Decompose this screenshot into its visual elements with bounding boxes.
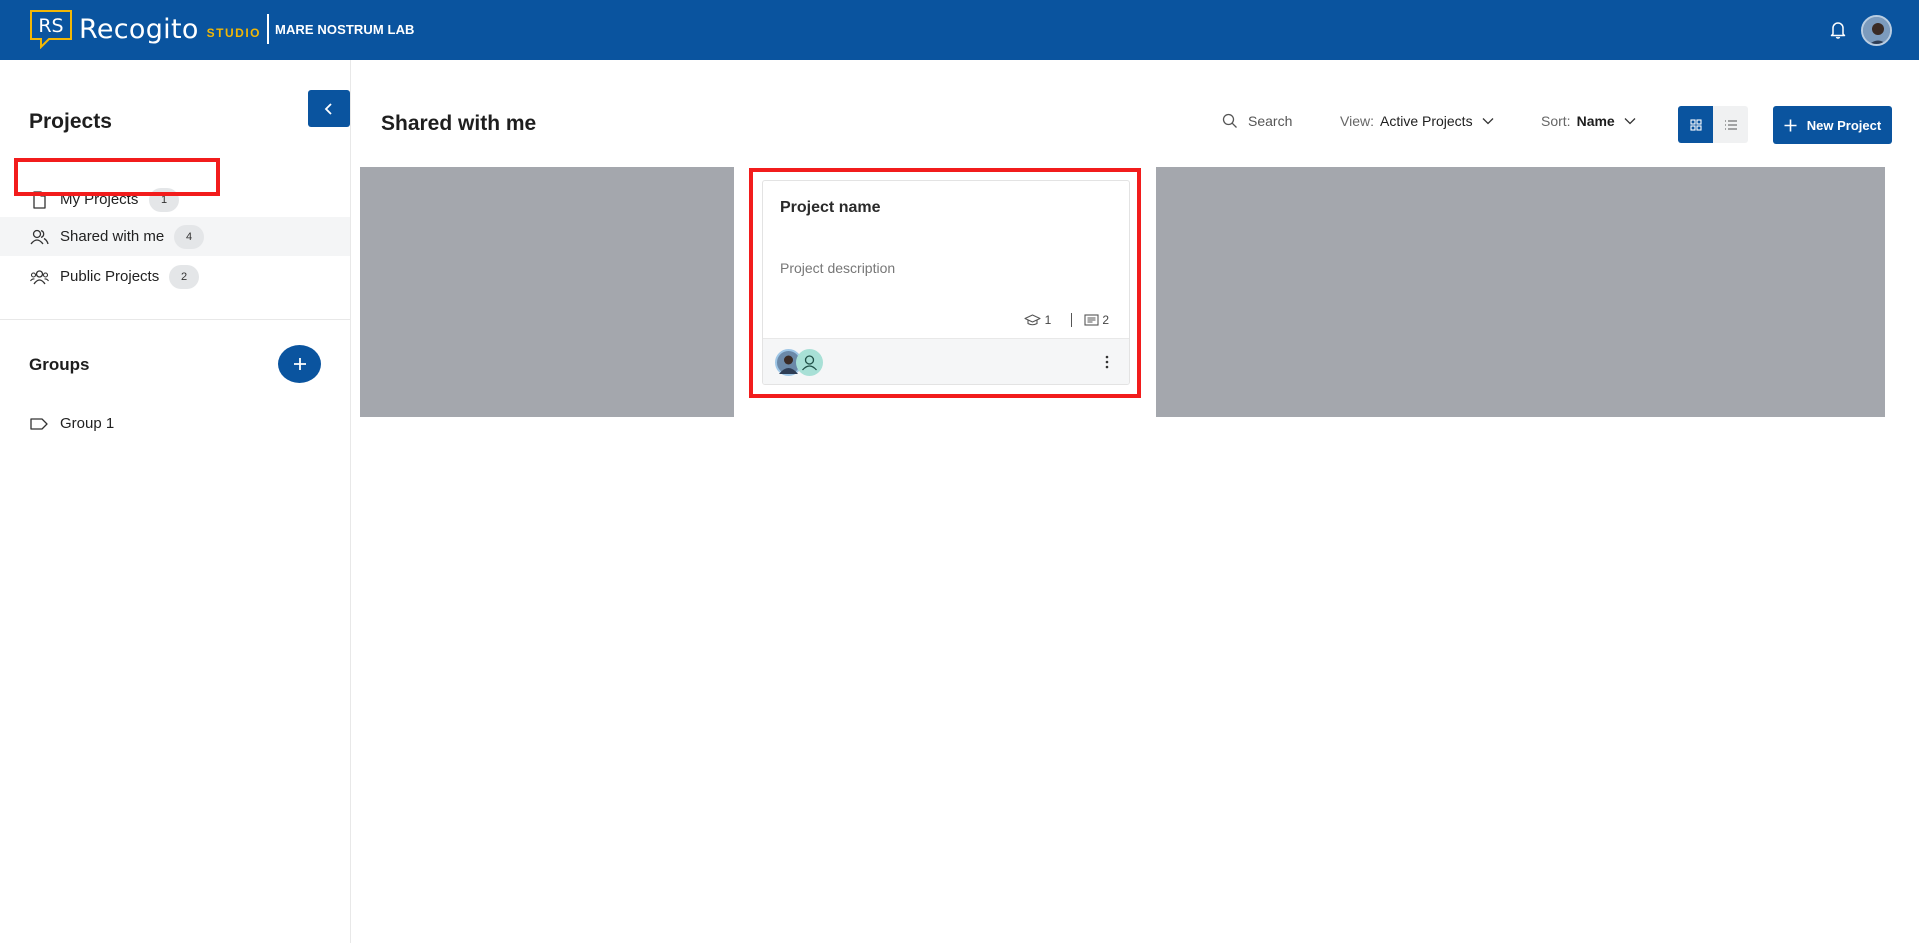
users-icon bbox=[30, 229, 49, 245]
search-label: Search bbox=[1248, 113, 1293, 129]
count-badge: 4 bbox=[174, 224, 204, 249]
sidebar-item-group-1[interactable]: Group 1 bbox=[0, 404, 350, 443]
app-name: Recogito bbox=[79, 13, 199, 45]
new-project-label: New Project bbox=[1806, 117, 1882, 133]
search-button[interactable]: Search bbox=[1222, 113, 1292, 129]
sidebar-item-label: Group 1 bbox=[60, 415, 115, 432]
groups-title: Groups bbox=[29, 355, 90, 374]
sidebar-divider bbox=[0, 319, 350, 320]
page-title: Shared with me bbox=[381, 112, 537, 135]
bell-icon[interactable] bbox=[1829, 20, 1847, 40]
svg-text:RS: RS bbox=[38, 15, 63, 37]
sort-label: Sort: bbox=[1541, 113, 1571, 129]
chevron-down-icon bbox=[1482, 118, 1494, 125]
count-badge: 2 bbox=[169, 264, 199, 289]
sidebar-title: Projects bbox=[29, 110, 112, 133]
view-dropdown[interactable]: View: Active Projects bbox=[1340, 113, 1494, 129]
plus-icon bbox=[293, 358, 306, 370]
sort-dropdown[interactable]: Sort: Name bbox=[1541, 113, 1636, 129]
group-icon bbox=[30, 270, 49, 285]
layout-toggle bbox=[1678, 106, 1748, 143]
chevron-left-icon bbox=[324, 102, 332, 115]
collapse-sidebar-button[interactable] bbox=[308, 90, 350, 127]
new-project-button[interactable]: New Project bbox=[1773, 106, 1892, 144]
view-value: Active Projects bbox=[1379, 113, 1473, 129]
highlight-box bbox=[14, 158, 220, 196]
user-photo-icon bbox=[1863, 17, 1890, 44]
chevron-down-icon bbox=[1624, 118, 1636, 125]
grid-view-button[interactable] bbox=[1678, 106, 1713, 143]
top-bar: RS Recogito STUDIO MARE NOSTRUM LAB bbox=[0, 0, 1919, 60]
sidebar-item-label: Shared with me bbox=[60, 228, 165, 245]
list-view-button[interactable] bbox=[1713, 106, 1748, 143]
plus-icon bbox=[1784, 119, 1797, 131]
view-label: View: bbox=[1340, 113, 1374, 129]
recogito-logo-icon: RS bbox=[30, 10, 72, 49]
grid-icon bbox=[1689, 118, 1702, 131]
list-icon bbox=[1724, 119, 1737, 130]
tag-icon bbox=[30, 418, 48, 430]
sort-value: Name bbox=[1576, 113, 1615, 129]
sidebar-item-label: Public Projects bbox=[60, 268, 160, 285]
highlight-box bbox=[749, 168, 1141, 398]
org-name: MARE NOSTRUM LAB bbox=[275, 21, 415, 37]
sidebar-item-public-projects[interactable]: Public Projects 2 bbox=[0, 257, 350, 296]
add-group-button[interactable] bbox=[278, 345, 321, 383]
card-placeholder-overlay bbox=[360, 167, 734, 417]
sidebar-item-shared-with-me[interactable]: Shared with me 4 bbox=[0, 217, 350, 256]
logo-divider bbox=[267, 14, 270, 44]
card-placeholder-overlay bbox=[1156, 167, 1885, 417]
app-logo[interactable]: RS Recogito STUDIO MARE NOSTRUM LAB bbox=[29, 9, 415, 49]
search-icon bbox=[1222, 113, 1237, 128]
app-suffix: STUDIO bbox=[206, 26, 262, 40]
user-avatar[interactable] bbox=[1861, 15, 1892, 46]
